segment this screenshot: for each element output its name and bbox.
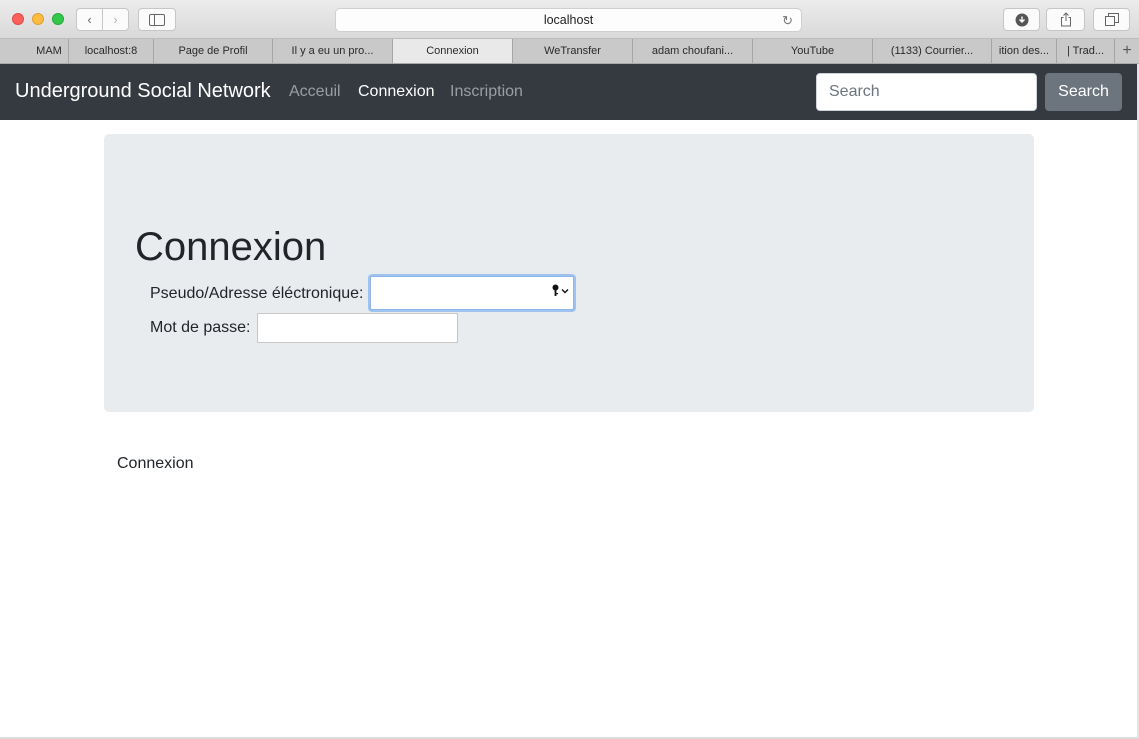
tab-bar: MAM localhost:8 Page de Profil Il y a eu… xyxy=(0,39,1139,64)
close-window-button[interactable] xyxy=(12,13,24,25)
tabs-icon xyxy=(1104,13,1119,26)
tab-trad[interactable]: | Trad... xyxy=(1057,39,1115,63)
tab-page-de-profil[interactable]: Page de Profil xyxy=(154,39,273,63)
search-input[interactable] xyxy=(816,73,1037,111)
site-navbar: Underground Social Network Acceuil Conne… xyxy=(0,64,1137,120)
key-icon xyxy=(552,284,559,296)
tab-edition[interactable]: ition des... xyxy=(992,39,1057,63)
zoom-window-button[interactable] xyxy=(52,13,64,25)
chevron-down-icon xyxy=(561,288,569,293)
share-button[interactable] xyxy=(1046,8,1085,31)
tab-label: Il y a eu un pro... xyxy=(291,45,374,57)
tab-label: MAM xyxy=(36,45,62,57)
download-icon xyxy=(1015,13,1028,26)
sidebar-icon xyxy=(149,13,165,26)
nav-link-connexion[interactable]: Connexion xyxy=(358,83,435,101)
login-jumbotron: Connexion Pseudo/Adresse éléctronique: M… xyxy=(104,134,1034,412)
tab-label: adam choufani... xyxy=(651,45,734,57)
tab-adam-choufani[interactable]: adam choufani... xyxy=(633,39,753,63)
minimize-window-button[interactable] xyxy=(32,13,44,25)
tab-label: ition des... xyxy=(998,45,1050,57)
sidebar-toggle-button[interactable] xyxy=(138,8,176,31)
show-tabs-button[interactable] xyxy=(1093,8,1130,31)
tab-youtube[interactable]: YouTube xyxy=(753,39,873,63)
brand-link[interactable]: Underground Social Network xyxy=(15,80,271,103)
tab-wetransfer[interactable]: WeTransfer xyxy=(513,39,633,63)
footer-text: Connexion xyxy=(117,455,194,472)
browser-toolbar: ‹ › localhost ↻ xyxy=(0,0,1139,39)
page-title: Connexion xyxy=(135,225,327,269)
username-input[interactable] xyxy=(370,276,574,310)
tab-label: WeTransfer xyxy=(544,45,601,57)
tab-localhost[interactable]: localhost:8 xyxy=(69,39,154,63)
autofill-button[interactable] xyxy=(552,284,569,297)
tab-label: Page de Profil xyxy=(178,45,248,57)
history-nav: ‹ › xyxy=(76,8,129,31)
search-button[interactable]: Search xyxy=(1045,73,1122,111)
address-text: localhost xyxy=(543,13,594,27)
nav-link-acceuil[interactable]: Acceuil xyxy=(289,83,341,101)
back-icon[interactable]: ‹ xyxy=(77,9,102,30)
new-tab-button[interactable]: + xyxy=(1115,39,1139,63)
tab-il-y-a-eu[interactable]: Il y a eu un pro... xyxy=(273,39,393,63)
password-input[interactable] xyxy=(257,313,458,343)
username-label: Pseudo/Adresse éléctronique: xyxy=(150,285,364,302)
tab-label: (1133) Courrier... xyxy=(890,45,974,57)
address-bar[interactable]: localhost ↻ xyxy=(335,8,802,32)
tab-connexion[interactable]: Connexion xyxy=(393,39,513,63)
password-label: Mot de passe: xyxy=(150,319,251,336)
tab-label: YouTube xyxy=(790,45,835,57)
forward-icon[interactable]: › xyxy=(102,9,128,30)
tab-courrier[interactable]: (1133) Courrier... xyxy=(873,39,992,63)
tab-label: Connexion xyxy=(426,45,479,57)
download-button[interactable] xyxy=(1003,8,1040,31)
tab-mam[interactable]: MAM xyxy=(0,39,69,63)
tab-label: localhost:8 xyxy=(84,45,138,57)
reload-icon[interactable]: ↻ xyxy=(782,13,793,29)
tab-label: | Trad... xyxy=(1066,45,1105,57)
share-icon xyxy=(1060,12,1071,27)
nav-link-inscription[interactable]: Inscription xyxy=(450,83,523,101)
plus-icon: + xyxy=(1122,42,1132,59)
